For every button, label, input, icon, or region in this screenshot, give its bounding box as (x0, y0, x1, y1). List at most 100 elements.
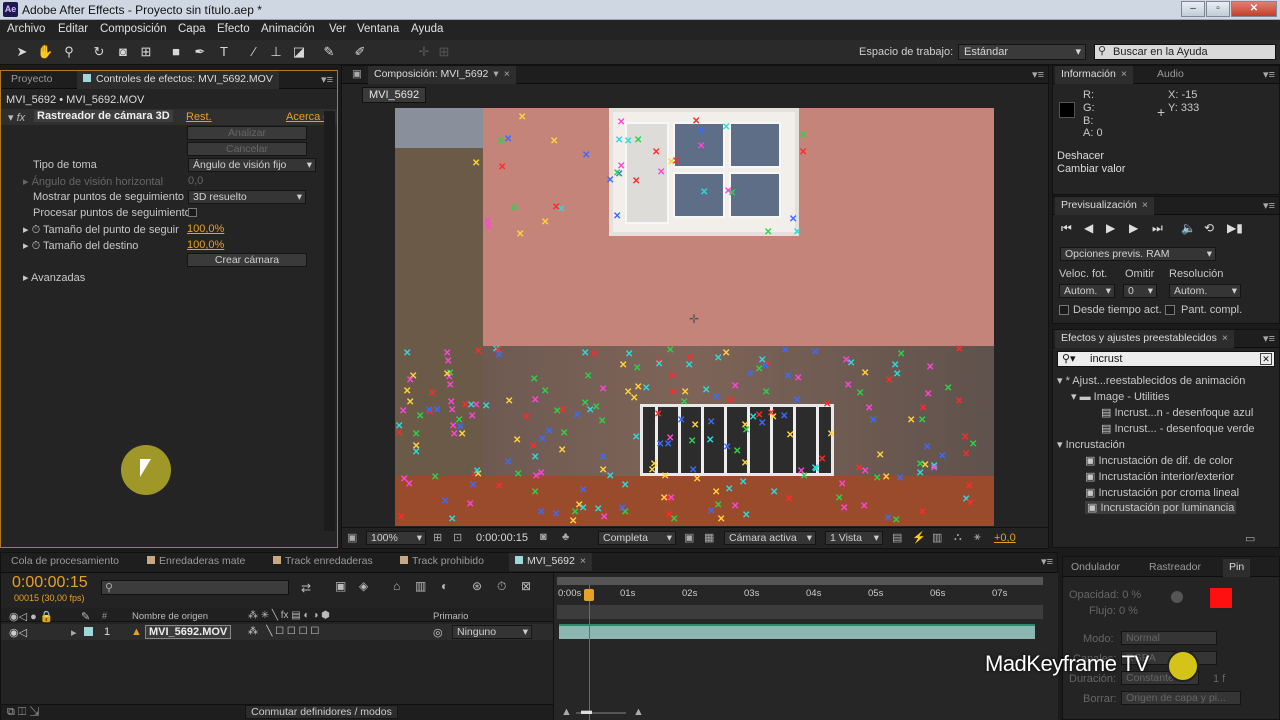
camera-select[interactable]: Cámara activa ▾ (724, 531, 816, 545)
reset-link[interactable]: Rest. (186, 111, 212, 123)
layer-markers-icon[interactable]: ⊠ (521, 579, 531, 593)
menu-capa[interactable]: Capa (178, 23, 206, 35)
preset-item-blue-blur[interactable]: ▤ Incrust...n - desenfoque azul (1101, 406, 1253, 419)
minimize-button[interactable]: – (1181, 1, 1205, 17)
layer-switches[interactable]: ⁂ ╲ ☐ ☐ ☐ ☐ (248, 626, 319, 637)
transparency-grid-icon[interactable]: ▦ (704, 531, 714, 544)
selection-icon[interactable]: ➤ (14, 44, 30, 60)
menu-animacion[interactable]: Animación (261, 23, 315, 35)
ram-options-select[interactable]: Opciones previs. RAM ▾ (1060, 247, 1216, 261)
show-snapshot-icon[interactable]: ♣ (562, 531, 569, 543)
tab-tracker[interactable]: Rastreador (1143, 559, 1207, 577)
tab-track-prohibido[interactable]: Track prohibido (394, 553, 490, 571)
erase-select[interactable]: Origen de capa y pi... (1121, 691, 1241, 705)
panel-menu-icon[interactable]: ▾≡ (1041, 555, 1053, 568)
toggle-mask-icon[interactable]: ▣ (347, 531, 357, 544)
tab-mvi-5692[interactable]: MVI_5692 × (509, 553, 593, 571)
layer-visibility-icon[interactable]: ◉◁ (9, 626, 27, 639)
tab-project[interactable]: Proyecto (5, 71, 58, 89)
parent-select[interactable]: Ninguno ▾ (452, 625, 532, 639)
timeline-icon[interactable]: ▥ (932, 531, 942, 544)
analyze-button[interactable]: Analizar (187, 126, 307, 140)
rectangle-icon[interactable]: ■ (168, 44, 184, 60)
create-camera-button[interactable]: Crear cámara (187, 253, 307, 267)
stopwatch-icon[interactable]: ⏱ (32, 240, 41, 252)
tab-track-enredaderas[interactable]: Track enredaderas (267, 553, 379, 571)
viewer-timecode[interactable]: 0:00:00:15 (476, 532, 528, 544)
menu-ver[interactable]: Ver (329, 23, 346, 35)
pickwhip-icon[interactable]: ◎ (433, 626, 443, 639)
menu-ayuda[interactable]: Ayuda (411, 23, 443, 35)
panel-menu-icon[interactable]: ▾≡ (1263, 332, 1275, 345)
work-area-range[interactable] (557, 605, 1043, 619)
mode-select[interactable]: Normal (1121, 631, 1217, 645)
mask-visibility-icon[interactable]: ⊡ (453, 531, 462, 544)
scrollbar[interactable] (324, 111, 335, 531)
exposure-value[interactable]: +0,0 (994, 532, 1016, 544)
from-current-checkbox[interactable] (1059, 305, 1069, 315)
effect-item-linear-color[interactable]: ▣ Incrustación por croma lineal (1085, 486, 1239, 499)
pen-icon[interactable]: ✒ (192, 44, 208, 60)
tab-paint[interactable]: Pin (1223, 559, 1251, 577)
tab-info[interactable]: Información × (1055, 66, 1133, 84)
hide-shy-icon[interactable]: ◈ (359, 579, 368, 593)
panel-menu-icon[interactable]: ▾≡ (1032, 68, 1044, 81)
menu-composicion[interactable]: Composición (100, 23, 166, 35)
fullscreen-checkbox[interactable] (1165, 305, 1175, 315)
timeline-search-input[interactable]: ⚲ (101, 580, 289, 595)
render-points-checkbox[interactable] (188, 208, 197, 217)
layer-color-label[interactable] (84, 627, 93, 636)
audio-icon[interactable]: 🔈 (1181, 221, 1196, 235)
effect-item-inner-outer[interactable]: ▣ Incrustación interior/exterior (1085, 470, 1234, 483)
layer-expand-icon[interactable]: ▸ (71, 626, 77, 639)
effect-group-keying[interactable]: ▾ Incrustación (1057, 438, 1125, 451)
fast-preview-icon[interactable]: ▤ (892, 531, 902, 544)
preset-group-animation[interactable]: ▾ * Ajust...reestablecidos de animación (1057, 374, 1245, 387)
loop-icon[interactable]: ⟲ (1204, 221, 1214, 235)
panel-menu-icon[interactable]: ▾≡ (321, 73, 333, 86)
frame-blending-icon[interactable]: ⌂ (393, 579, 400, 593)
help-search-input[interactable]: ⚲ Buscar en la Ayuda (1094, 44, 1276, 60)
grid-icon[interactable]: ⊞ (433, 531, 442, 544)
tab-preview[interactable]: Previsualización × (1055, 197, 1155, 215)
views-select[interactable]: 1 Vista ▾ (825, 531, 883, 545)
roto-icon[interactable]: ✎ (321, 44, 337, 60)
hand-icon[interactable]: ✋ (37, 44, 53, 60)
last-frame-icon[interactable]: ⏭ (1152, 221, 1163, 236)
rotate-icon[interactable]: ↻ (91, 44, 107, 60)
preview-resolution-select[interactable]: Autom. ▾ (1169, 284, 1241, 298)
ram-preview-icon[interactable]: ▶▮ (1227, 221, 1243, 235)
close-icon[interactable]: × (504, 68, 510, 80)
layer-name[interactable]: MVI_5692.MOV (145, 625, 232, 639)
menu-ventana[interactable]: Ventana (357, 23, 399, 35)
point-size-value[interactable]: 100,0% (187, 223, 224, 235)
comp-mini-flowchart-icon[interactable]: ⇄ (301, 581, 311, 595)
maximize-button[interactable]: ▫ (1206, 1, 1230, 17)
work-area-bar[interactable] (557, 577, 1043, 585)
next-frame-icon[interactable]: ▶ (1129, 221, 1138, 235)
zoom-in-icon[interactable]: ▲ (633, 706, 644, 718)
panel-menu-icon[interactable]: ▾≡ (1263, 199, 1275, 212)
stopwatch-icon[interactable]: ⏱ (497, 579, 506, 594)
effect-item-color-difference[interactable]: ▣ Incrustación de dif. de color (1085, 454, 1233, 467)
zoom-out-icon[interactable]: ▲ (561, 706, 572, 718)
zoom-slider-thumb[interactable]: ▬ (581, 705, 592, 717)
comp-name-chip[interactable]: MVI_5692 (362, 87, 427, 103)
close-icon[interactable]: × (1142, 199, 1148, 211)
tab-effect-controls[interactable]: Controles de efectos: MVI_5692.MOV (77, 71, 279, 89)
show-points-select[interactable]: 3D resuelto ▾ (188, 190, 306, 204)
panel-menu-icon[interactable]: ▾≡ (1263, 68, 1275, 81)
brainstorm-icon[interactable]: ◐ (441, 579, 448, 593)
text-icon[interactable]: T (216, 44, 232, 60)
footer-icons[interactable]: ⧉ ◫ ⇲ (7, 706, 40, 719)
preset-folder-image-utilities[interactable]: ▾ ▬ Image - Utilities (1071, 390, 1169, 403)
new-folder-icon[interactable]: ▭ (1245, 532, 1255, 545)
zoom-select[interactable]: 100% ▾ (366, 531, 426, 545)
clear-search-icon[interactable]: ✕ (1260, 353, 1272, 365)
snapshot-icon[interactable]: ◙ (540, 531, 547, 543)
brush-icon[interactable]: ∕ (246, 44, 262, 60)
motion-blur-icon[interactable]: ▥ (415, 579, 426, 593)
menu-archivo[interactable]: Archivo (7, 23, 45, 35)
layer-duration-bar[interactable] (559, 624, 1035, 639)
flowchart-icon[interactable]: ⛬ (954, 531, 962, 544)
